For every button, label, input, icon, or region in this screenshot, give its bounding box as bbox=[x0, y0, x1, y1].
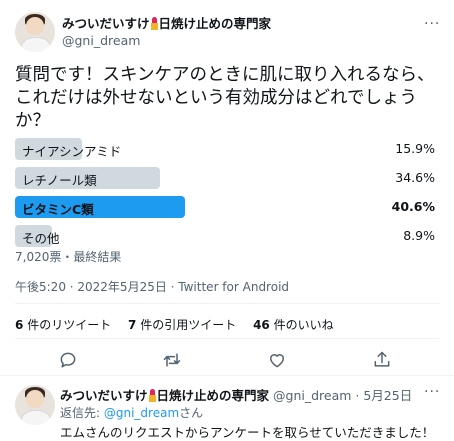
reply-handle-time: @gni_dream · 5月25日 bbox=[273, 388, 413, 403]
lipstick-icon bbox=[150, 17, 158, 30]
reply-icon[interactable] bbox=[54, 346, 82, 374]
poll-option: レチノール類 34.6% bbox=[15, 167, 435, 189]
reply-author-name: みついだいすけ bbox=[60, 388, 148, 403]
author-name[interactable]: みついだいすけ 日焼け止めの専門家 bbox=[62, 13, 271, 32]
quotes-stat[interactable]: 7 件の引用ツイート bbox=[128, 318, 236, 332]
reply-to-suffix: さん bbox=[179, 406, 204, 420]
author-handle[interactable]: @gni_dream bbox=[62, 33, 140, 48]
poll-option-label: その他 bbox=[22, 231, 60, 246]
poll-option-label: ナイアシンアミド bbox=[22, 144, 122, 159]
reply-to-prefix: 返信先: bbox=[60, 406, 104, 420]
reply-text: エムさんのリクエストからアンケートを取らせていただきました！ bbox=[60, 425, 435, 440]
share-icon[interactable] bbox=[368, 346, 396, 374]
quotes-label: 件の引用ツイート bbox=[140, 318, 237, 332]
poll: ナイアシンアミド 15.9% レチノール類 34.6% ビタミンC類 40.6%… bbox=[15, 138, 435, 254]
retweets-label: 件のリツイート bbox=[27, 318, 112, 332]
poll-summary: 7,020票・最終結果 bbox=[15, 250, 122, 264]
retweet-icon[interactable] bbox=[158, 346, 186, 374]
retweets-count: 6 bbox=[15, 318, 24, 332]
likes-count: 46 bbox=[253, 318, 270, 332]
poll-option-percent: 15.9% bbox=[395, 141, 435, 156]
tweet-text: 質問です！スキンケアのときに肌に取り入れるなら、 これだけは外せないという有効成… bbox=[15, 64, 445, 133]
lipstick-icon bbox=[148, 389, 156, 402]
likes-label: 件のいいね bbox=[273, 318, 334, 332]
reply-author[interactable]: みついだいすけ 日焼け止めの専門家 @gni_dream · 5月25日 bbox=[60, 385, 412, 404]
poll-option: ナイアシンアミド 15.9% bbox=[15, 138, 435, 160]
reply-to: 返信先: @gni_dreamさん bbox=[60, 404, 203, 421]
like-icon[interactable] bbox=[263, 346, 291, 374]
poll-option-percent: 40.6% bbox=[391, 199, 435, 214]
poll-option-label: ビタミンC類 bbox=[22, 202, 94, 217]
reply-author-name-suffix: 日焼け止めの専門家 bbox=[156, 388, 270, 403]
tweet-stats: 6 件のリツイート 7 件の引用ツイート 46 件のいいね bbox=[15, 316, 347, 333]
action-bar bbox=[0, 346, 454, 374]
tweet-text-line: 質問です！スキンケアのときに肌に取り入れるなら、 bbox=[15, 65, 435, 85]
divider bbox=[15, 303, 439, 304]
divider bbox=[15, 338, 439, 339]
poll-option-winner: ビタミンC類 40.6% bbox=[15, 196, 435, 218]
poll-option: その他 8.9% bbox=[15, 225, 435, 247]
author-avatar[interactable] bbox=[15, 12, 55, 52]
tweet-text-line: か？ bbox=[15, 111, 50, 131]
reply-to-handle[interactable]: @gni_dream bbox=[104, 406, 179, 420]
reply-more-options-icon[interactable]: ··· bbox=[424, 384, 440, 400]
retweets-stat[interactable]: 6 件のリツイート bbox=[15, 318, 111, 332]
poll-option-label: レチノール類 bbox=[22, 173, 97, 188]
more-options-icon[interactable]: ··· bbox=[424, 16, 440, 32]
quotes-count: 7 bbox=[128, 318, 137, 332]
tweet-meta[interactable]: 午後5:20 · 2022年5月25日 · Twitter for Androi… bbox=[15, 278, 289, 295]
author-name-text: みついだいすけ bbox=[62, 16, 150, 31]
poll-option-percent: 8.9% bbox=[403, 228, 435, 243]
likes-stat[interactable]: 46 件のいいね bbox=[253, 318, 334, 332]
poll-option-percent: 34.6% bbox=[395, 170, 435, 185]
tweet-text-line: これだけは外せないという有効成分はどれでしょう bbox=[15, 88, 417, 108]
author-name-suffix: 日焼け止めの専門家 bbox=[158, 16, 272, 31]
divider bbox=[0, 375, 454, 376]
reply-author-avatar[interactable] bbox=[15, 385, 55, 425]
